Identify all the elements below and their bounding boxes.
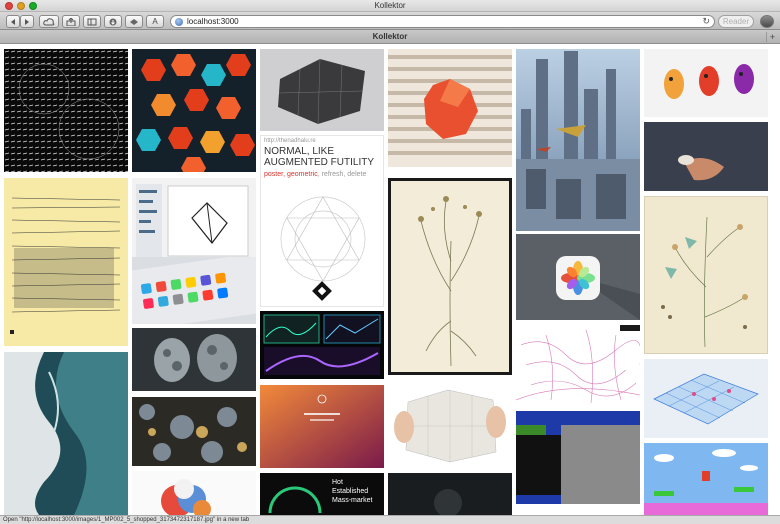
image-tile[interactable]: [644, 443, 768, 515]
tile-image: [516, 325, 640, 404]
browser-window: Kollektor A localhost:3000 ↻ Reader Koll…: [0, 0, 780, 524]
reload-icon[interactable]: ↻: [702, 16, 710, 27]
share-button[interactable]: [62, 15, 80, 28]
poster-tag[interactable]: geometric: [287, 171, 318, 178]
poster-tile[interactable]: http://thenadhalu.re NORMAL, LIKE AUGMEN…: [260, 135, 384, 307]
tile-image: [644, 122, 768, 191]
tile-image: [418, 196, 482, 367]
image-tile[interactable]: [388, 178, 512, 375]
status-text: Open "http://localhost:3000/images/1_MP0…: [3, 517, 250, 523]
image-tile[interactable]: [644, 122, 768, 191]
image-tile[interactable]: [644, 196, 768, 354]
share-icon: [66, 18, 76, 26]
image-tile[interactable]: [516, 411, 640, 504]
image-tile[interactable]: [644, 49, 768, 117]
tile-image: [139, 404, 247, 463]
image-tile[interactable]: [132, 257, 256, 324]
poster-title: NORMAL, LIKE AUGMENTED FUTILITY: [264, 146, 375, 168]
tile-image: [516, 411, 640, 504]
image-tile[interactable]: [516, 325, 640, 406]
tile-image: [278, 58, 365, 125]
tile-image: [280, 196, 366, 301]
sidebar-icon: [87, 18, 97, 26]
new-tab-button[interactable]: +: [766, 32, 778, 42]
tile-image: [388, 55, 512, 155]
poster-tags: poster, geometric, refresh, delete: [264, 171, 367, 178]
address-bar[interactable]: localhost:3000 ↻: [170, 15, 715, 28]
image-tile[interactable]: [4, 352, 128, 515]
address-text: localhost:3000: [187, 17, 239, 26]
image-tile[interactable]: [260, 385, 384, 468]
image-tile[interactable]: [516, 49, 640, 231]
image-tile[interactable]: [260, 49, 384, 131]
tile-image: [136, 54, 255, 172]
layers-icon: [130, 19, 138, 25]
delete-link[interactable]: delete: [347, 171, 366, 178]
top-sites-button[interactable]: [125, 15, 143, 28]
refresh-link[interactable]: refresh: [322, 171, 344, 178]
tile-image: [132, 257, 256, 324]
image-tile[interactable]: Hot Established Mass-market: [260, 473, 384, 515]
image-tile[interactable]: [132, 471, 256, 515]
tile-image: [394, 389, 506, 463]
window-title: Kollektor: [374, 1, 406, 10]
poster-tag[interactable]: poster: [264, 171, 283, 178]
reader-button[interactable]: Reader: [718, 15, 754, 28]
ad-line: Established: [332, 488, 369, 495]
image-tile[interactable]: [388, 49, 512, 167]
image-tile[interactable]: [388, 382, 512, 467]
image-tile[interactable]: [132, 328, 256, 391]
image-tile[interactable]: [260, 311, 384, 379]
ad-line: Hot: [332, 479, 343, 486]
back-icon: [11, 19, 15, 25]
tile-image: [161, 479, 211, 515]
tile-image: [516, 49, 640, 231]
tile-image: [644, 449, 768, 515]
tile-image: [260, 385, 384, 468]
image-tile[interactable]: [4, 178, 128, 346]
tile-image: [664, 64, 754, 99]
ad-line: Mass-market: [332, 497, 373, 504]
tile-image: [136, 184, 249, 258]
tab-kollektor[interactable]: Kollektor: [0, 30, 780, 44]
cloud-icon: [43, 18, 55, 26]
tile-image: [661, 216, 748, 348]
downloads-toggle-button[interactable]: [104, 15, 122, 28]
globe-icon: [175, 18, 183, 26]
image-tile[interactable]: [516, 234, 640, 320]
image-tile[interactable]: [132, 49, 256, 172]
tile-image: [653, 373, 759, 425]
icloud-tabs-button[interactable]: [39, 15, 59, 28]
forward-button[interactable]: [20, 15, 34, 28]
title-bar: Kollektor: [0, 0, 780, 12]
back-button[interactable]: [6, 15, 20, 28]
image-grid: http://thenadhalu.re NORMAL, LIKE AUGMEN…: [0, 45, 780, 515]
image-tile[interactable]: [388, 473, 512, 515]
tile-image: [263, 314, 381, 375]
image-tile[interactable]: [132, 397, 256, 466]
tile-image: [4, 49, 128, 172]
forward-icon: [25, 19, 29, 25]
image-tile[interactable]: [4, 49, 128, 172]
font-size-button[interactable]: A: [146, 15, 164, 28]
poster-url: http://thenadhalu.re: [264, 138, 316, 144]
downloads-button[interactable]: [760, 15, 774, 28]
tab-bar: Kollektor +: [0, 30, 780, 44]
image-tile[interactable]: [644, 359, 768, 438]
tile-image: [154, 334, 237, 382]
toolbar: A localhost:3000 ↻ Reader: [0, 12, 780, 30]
sidebar-button[interactable]: [83, 15, 101, 28]
status-bar: Open "http://localhost:3000/images/1_MP0…: [0, 515, 780, 524]
image-tile[interactable]: [132, 178, 256, 264]
tile-image: [35, 352, 128, 515]
tile-image: [10, 197, 121, 334]
downloads-icon: [109, 18, 117, 26]
tile-image: [434, 489, 462, 515]
tile-image: [556, 256, 640, 320]
